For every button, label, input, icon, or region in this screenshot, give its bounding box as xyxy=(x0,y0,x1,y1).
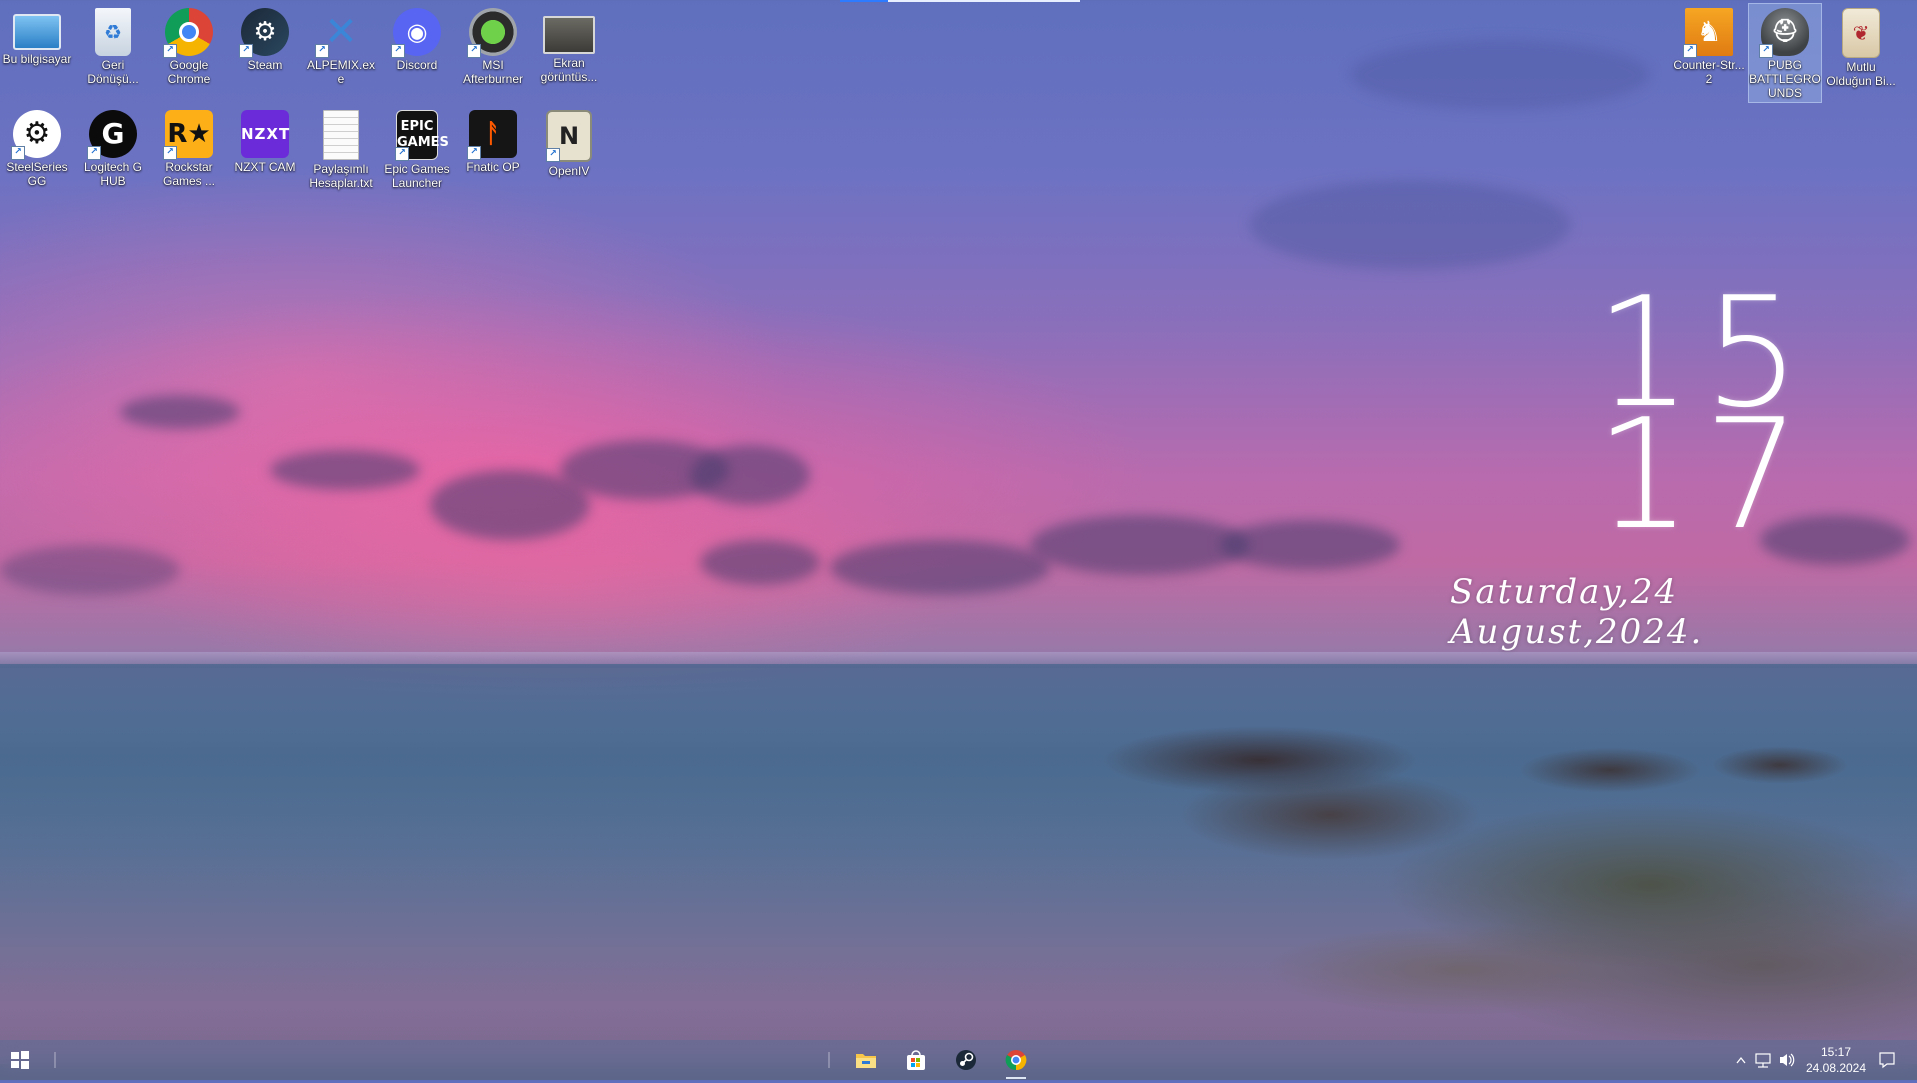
recycle-bin-icon: ♻ xyxy=(95,8,131,56)
desktop-icon-epic-games-launcher[interactable]: EPIC GAMES ↗ Epic Games Launcher xyxy=(381,106,453,190)
desktop-icon-nzxt-cam[interactable]: NZXT NZXT CAM xyxy=(229,106,301,174)
network-icon xyxy=(1755,1053,1771,1068)
top-indicator xyxy=(840,0,1080,2)
fnatic-icon: ᚨ ↗ xyxy=(467,110,517,160)
pubg-icon: ⛑ ↗ xyxy=(1759,8,1809,58)
desktop-icon-alpemix[interactable]: ✕ ↗ ALPEMIX.exe xyxy=(305,4,377,86)
desktop-icon-discord[interactable]: ◉ ↗ Discord xyxy=(381,4,453,72)
text-file-icon xyxy=(323,110,359,160)
desktop-icon-label: OpenIV xyxy=(548,164,590,178)
desktop-icon-label: Epic Games Launcher xyxy=(384,162,450,190)
tray-network-button[interactable] xyxy=(1754,1040,1772,1080)
desktop-icon-pubg-battlegrounds[interactable]: ⛑ ↗ PUBG BATTLEGROUNDS xyxy=(1748,3,1822,103)
clock-widget-date: Saturday,24 August,2024. xyxy=(1450,572,1704,652)
screenshot-icon xyxy=(543,16,595,54)
desktop-icon-label: Counter-Str... 2 xyxy=(1673,58,1745,86)
tray-time: 15:17 xyxy=(1820,1045,1852,1059)
desktop-icon-label: Rockstar Games ... xyxy=(162,160,215,188)
desktop-icon-logitech-g-hub[interactable]: G ↗ Logitech G HUB xyxy=(77,106,149,188)
msi-afterburner-icon: ↗ xyxy=(467,8,517,58)
desktop-icon-steelseries-gg[interactable]: ⚙ ↗ SteelSeries GG xyxy=(1,106,73,188)
tray-clock[interactable]: 15:17 24.08.2024 xyxy=(1796,1044,1876,1076)
chrome-icon xyxy=(1005,1050,1027,1071)
store-icon xyxy=(907,1050,925,1070)
desktop-icon-counter-strike-2[interactable]: ♞ ↗ Counter-Str... 2 xyxy=(1673,4,1745,86)
desktop-icon-label: Bu bilgisayar xyxy=(2,52,72,66)
tray-volume-button[interactable] xyxy=(1778,1040,1796,1080)
image-file-icon: ❦ xyxy=(1842,8,1880,58)
start-button[interactable] xyxy=(10,1050,30,1070)
desktop-icon-label: NZXT CAM xyxy=(234,160,296,174)
desktop-icon-label: Logitech G HUB xyxy=(83,160,143,188)
taskbar-divider xyxy=(54,1052,56,1068)
desktop-icon-label: PUBG BATTLEGROUNDS xyxy=(1749,58,1821,100)
logitech-icon: G ↗ xyxy=(87,110,137,160)
desktop-icon-label: MSI Afterburner xyxy=(462,58,524,86)
desktop-icon-recycle-bin[interactable]: ♻ Geri Dönüşü... xyxy=(77,4,149,86)
nzxt-icon: NZXT xyxy=(241,110,289,158)
discord-icon: ◉ ↗ xyxy=(391,8,441,58)
clock-minute: 17 xyxy=(1595,386,1813,563)
taskbar-divider xyxy=(828,1052,830,1068)
steam-icon: ⚙ ↗ xyxy=(239,8,289,58)
desktop-icon-steam[interactable]: ⚙ ↗ Steam xyxy=(229,4,301,72)
computer-icon xyxy=(13,14,61,50)
desktop-icon-fnatic-op[interactable]: ᚨ ↗ Fnatic OP xyxy=(457,106,529,174)
desktop-icon-rockstar-games[interactable]: R★ ↗ Rockstar Games ... xyxy=(153,106,225,188)
action-center-button[interactable] xyxy=(1878,1040,1896,1080)
desktop-icon-label: ALPEMIX.exe xyxy=(306,58,376,86)
desktop-icon-label: Ekran görüntüs... xyxy=(540,56,598,84)
desktop-icon-label: Google Chrome xyxy=(167,58,211,86)
desktop-icon-this-pc[interactable]: Bu bilgisayar xyxy=(1,4,73,66)
notification-icon xyxy=(1879,1052,1895,1069)
tray-overflow-button[interactable] xyxy=(1734,1040,1748,1080)
desktop-icon-label: SteelSeries GG xyxy=(6,160,68,188)
desktop-icon-screenshot[interactable]: Ekran görüntüs... xyxy=(533,4,605,84)
windows-start-icon xyxy=(11,1051,29,1069)
chevron-up-icon xyxy=(1736,1056,1746,1064)
clock-widget: 15 17 xyxy=(1595,277,1813,563)
volume-icon xyxy=(1780,1053,1795,1067)
steam-icon xyxy=(956,1050,976,1070)
tray-date: 24.08.2024 xyxy=(1805,1061,1867,1075)
desktop-icon-label: Paylaşımlı Hesaplar.txt xyxy=(309,162,373,190)
running-indicator xyxy=(1006,1077,1026,1079)
desktop-icon-openiv[interactable]: N ↗ OpenIV xyxy=(533,106,605,178)
desktop-icon-label: Mutlu Olduğun Bi... xyxy=(1826,60,1896,88)
file-explorer-icon xyxy=(856,1054,876,1068)
desktop-icon-label: Geri Dönüşü... xyxy=(87,58,139,86)
desktop-icon-shared-accounts-txt[interactable]: Paylaşımlı Hesaplar.txt xyxy=(305,106,377,190)
desktop-icon-mutlu-oldugun[interactable]: ❦ Mutlu Olduğun Bi... xyxy=(1825,4,1897,88)
desktop-icon-google-chrome[interactable]: ↗ Google Chrome xyxy=(153,4,225,86)
desktop-icon-label: Steam xyxy=(247,58,283,72)
counter-strike-icon: ♞ ↗ xyxy=(1683,8,1733,58)
desktop-icon-msi-afterburner[interactable]: ↗ MSI Afterburner xyxy=(457,4,529,86)
taskbar-google-chrome[interactable] xyxy=(992,1040,1040,1080)
epic-games-icon: EPIC GAMES ↗ xyxy=(395,110,449,161)
taskbar: 15:17 24.08.2024 xyxy=(0,1040,1917,1080)
taskbar-steam[interactable] xyxy=(942,1040,990,1080)
desktop-icon-label: Discord xyxy=(396,58,438,72)
taskbar-file-explorer[interactable] xyxy=(842,1040,890,1080)
chrome-icon: ↗ xyxy=(163,8,213,58)
taskbar-microsoft-store[interactable] xyxy=(892,1040,940,1080)
openiv-icon: N ↗ xyxy=(546,110,592,162)
alpemix-icon: ✕ ↗ xyxy=(315,8,365,58)
steelseries-icon: ⚙ ↗ xyxy=(11,110,61,160)
desktop-icon-label: Fnatic OP xyxy=(466,160,520,174)
rockstar-icon: R★ ↗ xyxy=(163,110,213,160)
